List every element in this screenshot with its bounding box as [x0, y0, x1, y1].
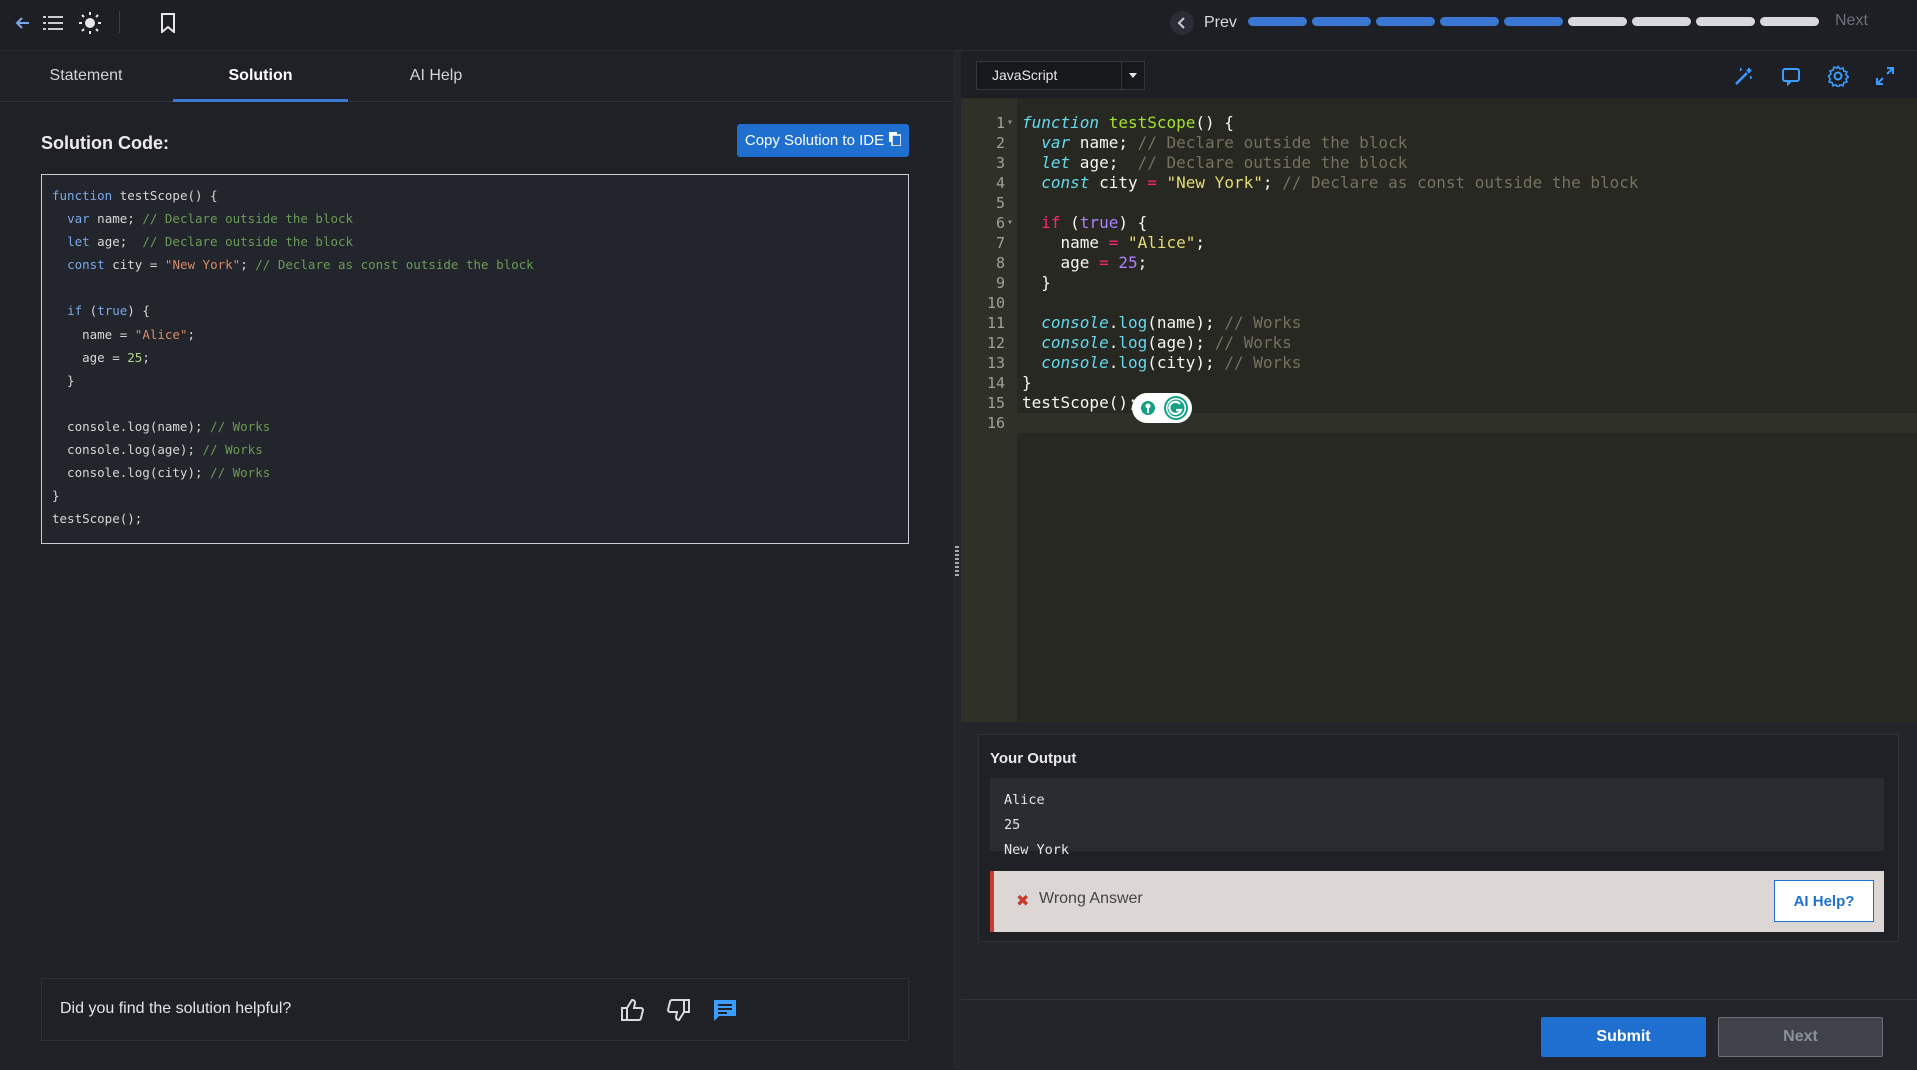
line-number: 16: [986, 414, 1005, 432]
left-panel: Statement Solution AI Help Solution Code…: [0, 51, 953, 1069]
editor-line[interactable]: 5: [961, 193, 1917, 213]
editor-line[interactable]: 9 }: [961, 273, 1917, 293]
code-editor[interactable]: 1 ▾ function testScope() { 2 var name; // …: [961, 98, 1917, 722]
prev-question-link[interactable]: Prev: [1170, 10, 1237, 36]
language-value: JavaScript: [992, 67, 1058, 83]
editor-line[interactable]: 4 const city = "New York"; // Declare as…: [961, 173, 1917, 193]
editor-line[interactable]: 1 ▾ function testScope() {: [961, 113, 1917, 133]
bookmark-icon[interactable]: [155, 10, 181, 36]
solution-code-block: function testScope() { var name; // Decl…: [41, 174, 909, 544]
console-icon[interactable]: [1778, 63, 1804, 89]
fullscreen-icon[interactable]: [1872, 63, 1898, 89]
submit-button[interactable]: Submit: [1541, 1017, 1706, 1057]
editor-line[interactable]: 13 console.log(city); // Works: [961, 353, 1917, 373]
copy-solution-label: Copy Solution to IDE: [744, 132, 885, 149]
progress-segment-complete: [1504, 17, 1563, 26]
copy-icon: [889, 131, 902, 150]
chevron-left-icon: [1170, 11, 1194, 35]
prev-label: Prev: [1204, 14, 1237, 31]
result-banner: ✖ Wrong Answer AI Help?: [990, 871, 1884, 932]
fold-arrow-icon[interactable]: ▾: [1007, 213, 1013, 233]
output-line: New York: [1004, 842, 1070, 858]
editor-line[interactable]: 15 testScope();: [961, 393, 1917, 413]
output-line: 25: [1004, 817, 1021, 833]
editor-line[interactable]: 8 age = 25;: [961, 253, 1917, 273]
progress-segment-complete: [1312, 17, 1371, 26]
progress-segment-complete: [1376, 17, 1435, 26]
thumbs-down-icon[interactable]: [666, 997, 694, 1025]
comment-icon[interactable]: [712, 997, 740, 1025]
output-console: Alice 25 New York: [990, 778, 1884, 858]
feedback-box: Did you find the solution helpful?: [41, 978, 909, 1041]
editor-toolbar: JavaScript: [961, 51, 1917, 98]
result-status: Wrong Answer: [1039, 890, 1143, 907]
settings-gear-icon[interactable]: [1825, 63, 1851, 89]
line-number: 14: [986, 374, 1005, 392]
progress-segment-pending: [1760, 17, 1819, 26]
language-select[interactable]: JavaScript: [976, 61, 1145, 90]
magic-wand-icon[interactable]: [1731, 63, 1757, 89]
top-bar: Prev Next: [0, 0, 1917, 51]
progress-segment-pending: [1696, 17, 1755, 26]
tab-statement[interactable]: Statement: [0, 51, 172, 101]
editor-line[interactable]: 11 console.log(name); // Works: [961, 313, 1917, 333]
editor-line[interactable]: 14}: [961, 373, 1917, 393]
line-number: 11: [986, 314, 1005, 332]
line-number: 2: [995, 134, 1005, 152]
thumbs-up-icon[interactable]: [619, 997, 647, 1025]
next-question-link[interactable]: Next: [1835, 12, 1868, 30]
grammarly-widget[interactable]: [1132, 391, 1194, 425]
solution-title: Solution Code:: [41, 133, 169, 153]
output-panel: Your Output Alice 25 New York ✖ Wrong An…: [978, 734, 1899, 942]
error-x-icon: ✖: [1016, 893, 1030, 910]
line-number: 6: [995, 214, 1005, 232]
tab-ai-help[interactable]: AI Help: [350, 51, 522, 101]
progress-segment-pending: [1568, 17, 1627, 26]
editor-line[interactable]: 12 console.log(age); // Works: [961, 333, 1917, 353]
caret-down-icon: [1121, 62, 1144, 89]
back-arrow-icon[interactable]: [10, 10, 36, 36]
line-number: 10: [986, 294, 1005, 312]
ai-help-button[interactable]: AI Help?: [1774, 880, 1874, 922]
fold-arrow-icon[interactable]: ▾: [1007, 113, 1013, 133]
next-button[interactable]: Next: [1718, 1017, 1883, 1057]
tab-solution[interactable]: Solution: [173, 51, 348, 102]
toolbar-divider: [119, 11, 120, 33]
line-number: 15: [986, 394, 1005, 412]
progress-segment-complete: [1248, 17, 1307, 26]
right-panel: JavaScript 1 ▾ function testScope() { 2 va…: [961, 51, 1917, 1070]
line-number: 7: [995, 234, 1005, 252]
progress-segment-pending: [1632, 17, 1691, 26]
output-title: Your Output: [990, 750, 1077, 767]
editor-line[interactable]: 7 name = "Alice";: [961, 233, 1917, 253]
tab-bar: Statement Solution AI Help: [0, 51, 953, 102]
line-number: 8: [995, 254, 1005, 272]
copy-solution-button[interactable]: Copy Solution to IDE: [737, 124, 909, 157]
line-number: 12: [986, 334, 1005, 352]
editor-line[interactable]: 10: [961, 293, 1917, 313]
editor-line[interactable]: 2 var name; // Declare outside the block: [961, 133, 1917, 153]
progress-segment-complete: [1440, 17, 1499, 26]
question-progress-bar: [1248, 17, 1819, 26]
list-icon[interactable]: [40, 10, 66, 36]
line-number: 5: [995, 194, 1005, 212]
line-number: 3: [995, 154, 1005, 172]
line-number: 13: [986, 354, 1005, 372]
line-number: 4: [995, 174, 1005, 192]
output-line: Alice: [1004, 792, 1045, 808]
editor-line[interactable]: 3 let age; // Declare outside the block: [961, 153, 1917, 173]
editor-line[interactable]: 6 ▾ if (true) {: [961, 213, 1917, 233]
line-number: 9: [995, 274, 1005, 292]
editor-active-line[interactable]: 16: [961, 413, 1917, 433]
splitter-grip-icon[interactable]: [955, 546, 959, 578]
feedback-question: Did you find the solution helpful?: [60, 1000, 292, 1017]
theme-sun-icon[interactable]: [77, 10, 103, 36]
line-number: 1: [995, 114, 1005, 132]
